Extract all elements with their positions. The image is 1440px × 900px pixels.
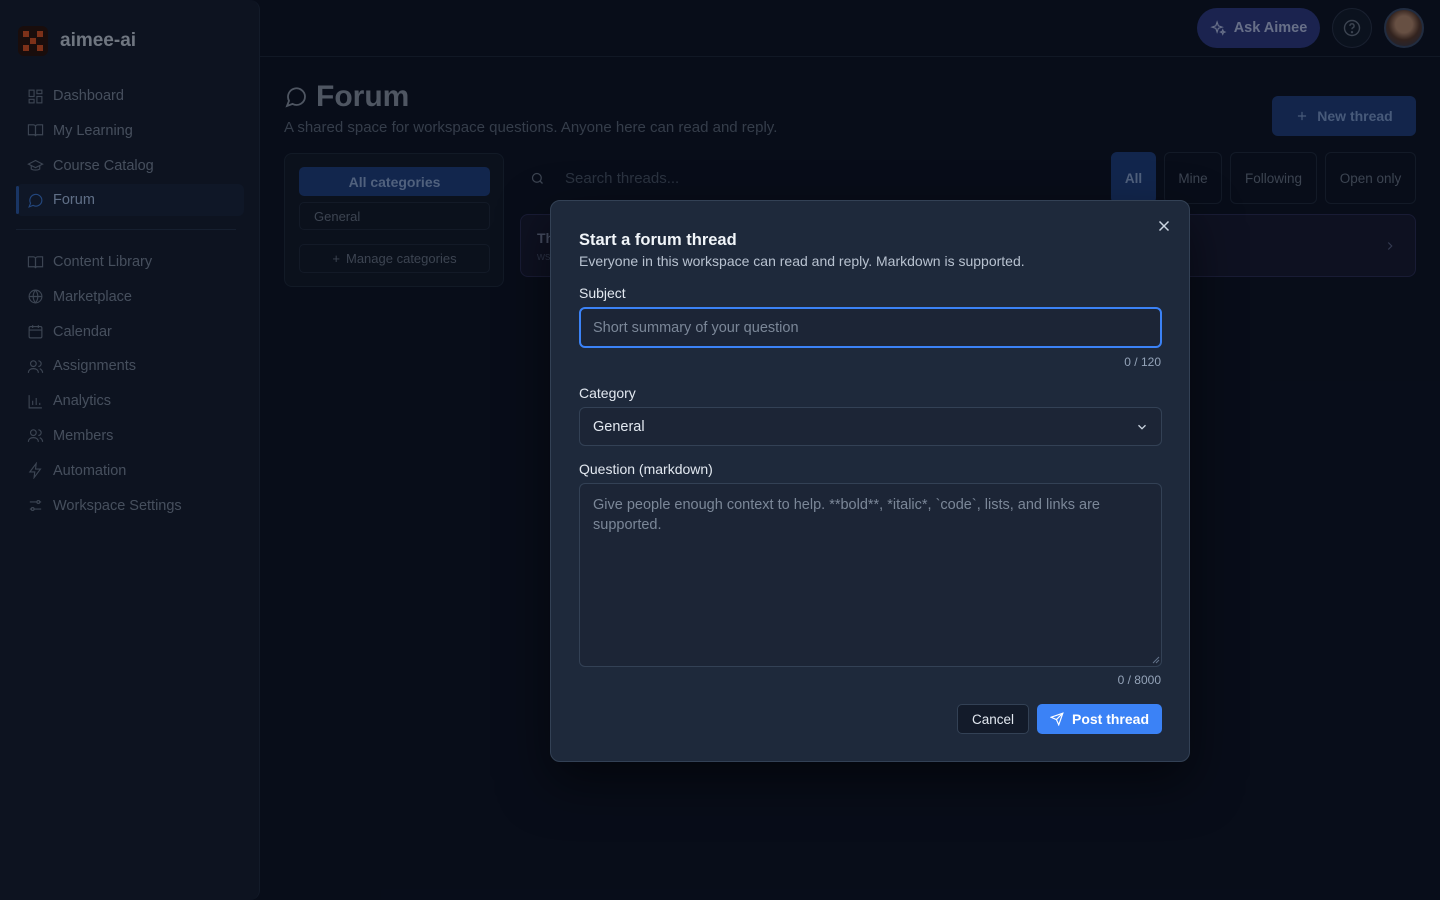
question-label: Question (markdown) <box>579 461 713 477</box>
subject-counter: 0 / 120 <box>1124 355 1161 369</box>
category-select[interactable]: General <box>579 407 1162 446</box>
category-label: Category <box>579 385 636 401</box>
cancel-button[interactable]: Cancel <box>957 704 1029 734</box>
question-textarea[interactable] <box>579 483 1162 667</box>
close-icon[interactable] <box>1155 217 1173 235</box>
chevron-down-icon <box>1138 424 1146 430</box>
new-thread-dialog: Start a forum thread Everyone in this wo… <box>550 200 1190 762</box>
subject-label: Subject <box>579 285 626 301</box>
question-counter: 0 / 8000 <box>1117 673 1161 687</box>
dialog-title: Start a forum thread <box>579 231 737 249</box>
subject-input[interactable] <box>579 307 1162 348</box>
send-icon <box>1049 712 1064 726</box>
post-thread-button[interactable]: Post thread <box>1037 704 1162 734</box>
post-thread-label: Post thread <box>1071 711 1149 727</box>
dialog-description: Everyone in this workspace can read and … <box>579 253 1025 269</box>
category-select-value: General <box>593 418 645 435</box>
resize-grip-icon[interactable] <box>1152 656 1160 664</box>
